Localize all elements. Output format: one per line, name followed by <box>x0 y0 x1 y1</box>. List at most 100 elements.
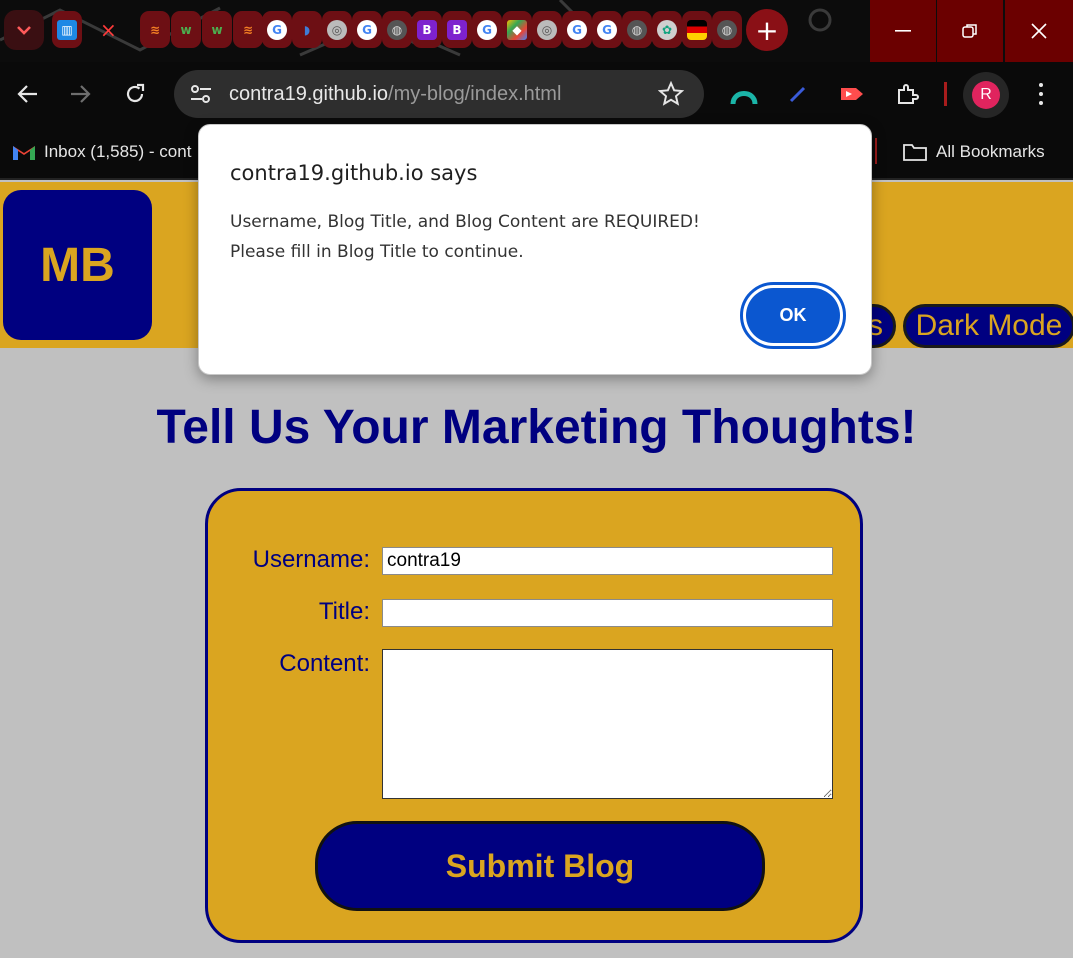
dialog-message-line: Please fill in Blog Title to continue. <box>230 242 524 262</box>
kebab-dot <box>1039 91 1043 96</box>
reload-icon <box>126 83 145 103</box>
tab-strip: ▥ × ≋ w w ≋ G ◗ ◎ G ◍ B B G ◆ ◎ G G ◍ ✿ … <box>0 0 1073 62</box>
tab[interactable]: G <box>472 11 502 48</box>
tab[interactable]: ≋ <box>140 11 170 48</box>
close-tab-icon[interactable]: × <box>100 18 120 42</box>
profile-button[interactable]: R <box>963 72 1009 118</box>
tab[interactable]: B <box>442 11 472 48</box>
extensions-menu-button[interactable] <box>893 80 921 108</box>
bookmarks-divider <box>875 138 877 164</box>
tab[interactable]: ◍ <box>382 11 412 48</box>
tab[interactable]: ◎ <box>322 11 352 48</box>
stackoverflow-favicon-icon: ≋ <box>149 22 161 37</box>
tune-icon <box>191 85 211 103</box>
bookmark-star-icon[interactable] <box>658 81 684 107</box>
username-label: Username: <box>252 546 370 573</box>
institution-favicon-icon: ▥ <box>57 19 77 40</box>
address-bar[interactable]: contra19.github.io/my-blog/index.html <box>174 70 704 118</box>
globe-favicon-icon: ◍ <box>387 19 407 40</box>
dialog-ok-button[interactable]: OK <box>740 282 846 349</box>
tab[interactable]: w <box>202 11 232 48</box>
tab[interactable]: G <box>262 11 292 48</box>
extension-button[interactable] <box>838 80 866 108</box>
minimize-button[interactable] <box>870 0 936 62</box>
extension-arch-icon <box>730 91 758 105</box>
tab[interactable]: ◗ <box>292 11 322 48</box>
chrome-favicon-icon: ◎ <box>537 19 557 40</box>
alert-dialog: contra19.github.io says Username, Blog T… <box>198 124 872 375</box>
close-window-button[interactable] <box>1005 0 1073 62</box>
browser-menu-button[interactable] <box>1030 80 1052 108</box>
content-textarea[interactable] <box>382 649 833 799</box>
avatar: R <box>972 81 1000 109</box>
tab[interactable]: ▥ <box>52 11 82 48</box>
all-bookmarks-button[interactable]: All Bookmarks <box>902 140 1045 164</box>
plus-icon: + <box>755 13 779 47</box>
tab[interactable]: G <box>562 11 592 48</box>
arrow-left-icon <box>17 85 37 103</box>
kebab-menu-icon <box>1039 82 1043 87</box>
blog-form: Username: Title: Content: Submit Blog <box>205 488 863 943</box>
globe-favicon-icon: ◍ <box>717 19 737 40</box>
tab[interactable]: ≋ <box>233 11 263 48</box>
close-icon <box>1031 23 1047 39</box>
dialog-message-line: Username, Blog Title, and Blog Content a… <box>230 212 700 232</box>
browser-toolbar: contra19.github.io/my-blog/index.html R <box>0 62 1073 126</box>
chrome-favicon-icon: ◎ <box>327 19 347 40</box>
folder-icon <box>903 144 927 161</box>
google-favicon-icon: G <box>357 19 377 40</box>
dialog-title: contra19.github.io says <box>230 161 478 185</box>
restore-icon <box>962 24 977 38</box>
url-host: contra19.github.io <box>229 83 389 105</box>
bookmark-label: All Bookmarks <box>936 142 1045 161</box>
puzzle-icon <box>898 84 919 104</box>
dialog-ok-label: OK <box>746 288 840 343</box>
url-path: /my-blog/index.html <box>388 83 562 105</box>
tab[interactable]: ◆ <box>502 11 532 48</box>
tab[interactable] <box>682 11 712 48</box>
extension-button[interactable] <box>730 80 758 108</box>
tab[interactable]: ✿ <box>652 11 682 48</box>
kebab-dot <box>1039 101 1043 106</box>
tab[interactable]: ◍ <box>622 11 652 48</box>
google-favicon-icon: G <box>267 19 287 40</box>
tab[interactable]: G <box>592 11 622 48</box>
google-favicon-icon: G <box>477 19 497 40</box>
google-favicon-icon: G <box>597 19 617 40</box>
jquery-favicon-icon: ◗ <box>303 22 311 37</box>
title-input[interactable] <box>382 599 833 627</box>
tab[interactable]: B <box>412 11 442 48</box>
dark-mode-button[interactable]: Dark Mode <box>903 304 1073 348</box>
tab[interactable]: ◎ <box>532 11 562 48</box>
tab[interactable]: ◍ <box>712 11 742 48</box>
restore-button[interactable] <box>937 0 1003 62</box>
tab[interactable]: w <box>171 11 201 48</box>
tab[interactable]: G <box>352 11 382 48</box>
globe-favicon-icon: ◍ <box>627 19 647 40</box>
content-label: Content: <box>279 650 370 677</box>
chevron-down-icon <box>17 26 31 35</box>
bootstrap-favicon-icon: B <box>447 19 467 40</box>
new-tab-button[interactable]: + <box>746 9 788 51</box>
bookmark-gmail[interactable]: Inbox (1,585) - cont <box>12 140 191 164</box>
site-logo[interactable]: MB <box>3 190 152 340</box>
tab-search-button[interactable] <box>4 10 44 50</box>
url-text[interactable]: contra19.github.io/my-blog/index.html <box>229 83 561 106</box>
german-flag-favicon-icon <box>687 19 707 40</box>
pen-icon <box>789 86 806 103</box>
w3schools-favicon-icon: w <box>180 22 192 37</box>
arrow-right-icon <box>71 85 91 103</box>
forward-button[interactable] <box>62 76 98 112</box>
submit-blog-button[interactable]: Submit Blog <box>315 821 765 911</box>
site-info-button[interactable] <box>188 81 214 107</box>
dialog-message: Username, Blog Title, and Blog Content a… <box>230 207 700 267</box>
w3schools-favicon-icon: w <box>211 22 223 37</box>
username-input[interactable] <box>382 547 833 575</box>
gmail-icon <box>13 146 35 160</box>
back-button[interactable] <box>10 76 46 112</box>
chatgpt-favicon-icon: ✿ <box>657 19 677 40</box>
minimize-icon <box>895 30 911 32</box>
reload-button[interactable] <box>117 76 153 112</box>
extension-button[interactable] <box>784 80 812 108</box>
toolbar-divider <box>944 82 947 106</box>
